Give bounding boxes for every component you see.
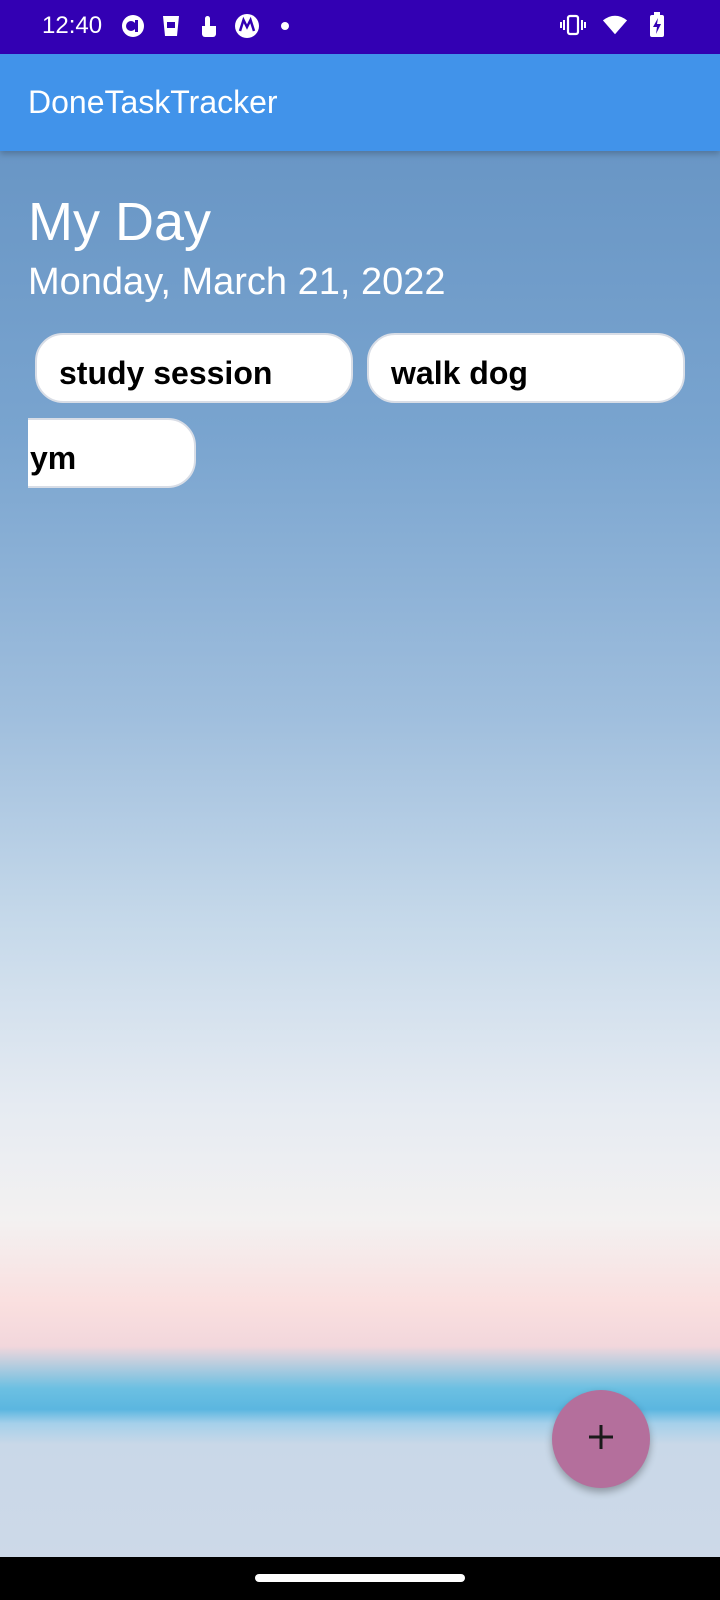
task-card[interactable]: ym: [28, 418, 196, 488]
add-task-button[interactable]: [552, 1390, 650, 1488]
task-label: walk dog: [391, 355, 528, 391]
status-bar: 12:40: [0, 0, 720, 54]
screen: 12:40 DoneTaskTracker My Day Monday, Mar…: [0, 0, 720, 1600]
cup-icon: [158, 13, 184, 39]
status-time: 12:40: [42, 12, 103, 39]
task-card[interactable]: walk dog: [367, 333, 685, 403]
app-bar: DoneTaskTracker: [0, 54, 720, 151]
navigation-bar: [0, 1557, 720, 1600]
dot-icon: [272, 13, 298, 39]
touch-icon: [196, 13, 222, 39]
task-label: study session: [59, 355, 273, 391]
plus-icon: [586, 1422, 616, 1457]
task-label: ym: [30, 440, 77, 476]
status-system-icons: [560, 12, 670, 38]
page-title: My Day: [28, 192, 212, 252]
wifi-icon: [602, 12, 628, 38]
task-card[interactable]: study session: [35, 333, 353, 403]
date-label: Monday, March 21, 2022: [28, 261, 446, 303]
vibrate-icon: [560, 12, 586, 38]
motorola-icon: [234, 13, 260, 39]
app-title: DoneTaskTracker: [28, 84, 278, 120]
main-content[interactable]: My Day Monday, March 21, 2022 study sess…: [0, 151, 720, 1557]
status-notification-icons: [120, 13, 298, 39]
app-notification-icon: [120, 13, 146, 39]
battery-charging-icon: [644, 12, 670, 38]
task-card-clip: ym: [28, 418, 198, 488]
home-gesture-handle[interactable]: [255, 1574, 465, 1582]
